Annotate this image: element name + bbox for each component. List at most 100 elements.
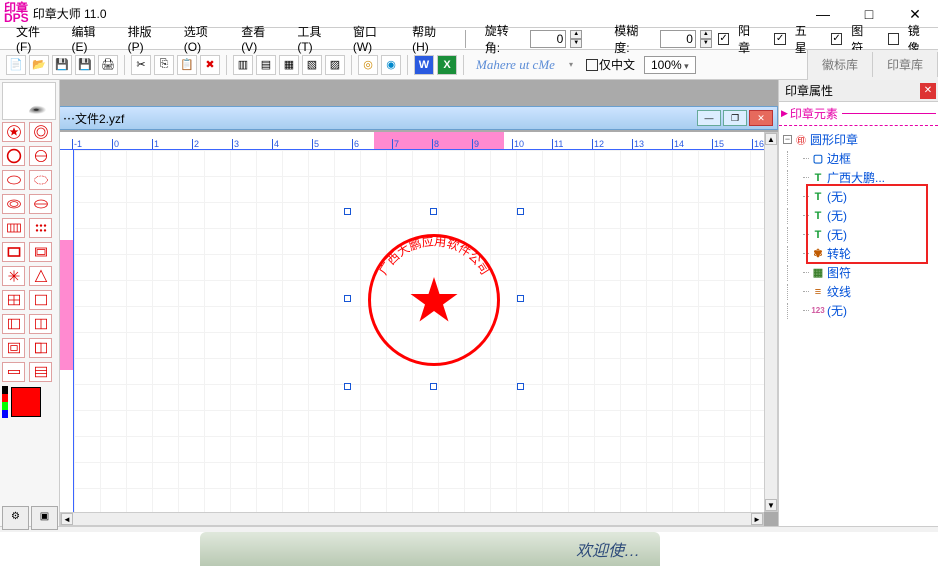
eff2-icon[interactable]: ◉ [381,55,401,75]
tool-rect1-icon[interactable] [2,242,25,262]
tree-item[interactable]: (无) [827,188,847,205]
ruler-horizontal[interactable]: -1012345678910111213141516 [60,132,764,150]
mdi-close-icon[interactable]: ✕ [749,110,773,126]
canvas[interactable]: 广西大鹏应用软件公司 [74,150,764,512]
align1-icon[interactable]: ▥ [233,55,253,75]
panel-title: 印章属性 [785,82,833,99]
menu-file[interactable]: 文件(F) [8,21,62,56]
blur-input[interactable] [660,30,696,48]
cut-icon[interactable]: ✂ [131,55,151,75]
seal-root-icon: ㊞ [794,134,808,146]
tree-item-icon: ✾ [811,248,825,260]
document-titlebar[interactable]: ⋯文件2.yzf — ❐ ✕ [60,106,778,130]
check-onlycn[interactable]: 仅中文 [586,56,635,73]
tree-item-icon: T [811,172,825,184]
scrollbar-horizontal[interactable]: ◄► [60,512,764,526]
align3-icon[interactable]: ▦ [279,55,299,75]
tool-ell3-icon[interactable] [2,194,25,214]
align5-icon[interactable]: ▨ [325,55,345,75]
paste-icon[interactable]: 📋 [177,55,197,75]
zoom-select[interactable]: 100% [644,56,696,74]
rotate-label: 旋转角: [477,20,527,58]
copy-icon[interactable]: ⎘ [154,55,174,75]
save-icon[interactable]: 💾 [52,55,72,75]
tree-collapse-icon[interactable]: − [783,135,792,144]
tree-item[interactable]: (无) [827,302,847,319]
tool-gridb-icon[interactable] [29,362,52,382]
new-icon[interactable]: 📄 [6,55,26,75]
mdi-restore-icon[interactable]: ❐ [723,110,747,126]
menu-edit[interactable]: 编辑(E) [64,21,118,56]
tool-diam-icon[interactable] [2,266,25,286]
word-icon[interactable]: W [414,55,434,75]
tool-grid-icon[interactable] [2,218,25,238]
tool-dots-icon[interactable] [29,218,52,238]
selection-box[interactable]: 广西大鹏应用软件公司 [348,212,520,386]
tab-logolib[interactable]: 徽标库 [808,52,873,77]
tree-item[interactable]: 纹线 [827,283,851,300]
blur-label: 模糊度: [606,20,656,58]
align2-icon[interactable]: ▤ [256,55,276,75]
rotate-spinner[interactable]: ▲▼ [570,30,582,48]
tool-tri-icon[interactable] [29,266,52,286]
tool-barh-icon[interactable] [2,362,25,382]
tool-palette [2,122,57,382]
align4-icon[interactable]: ▧ [302,55,322,75]
panel-close-icon[interactable]: ✕ [920,83,936,99]
font-dd-arrow[interactable]: ▾ [569,60,573,69]
blur-spinner[interactable]: ▲▼ [700,30,712,48]
excel-icon[interactable]: X [437,55,457,75]
tool-star-icon[interactable] [2,122,25,142]
check-yang[interactable]: ✓阳章 [718,20,769,58]
tool-box2-icon[interactable] [29,338,52,358]
menu-layout[interactable]: 排版(P) [120,21,174,56]
tree-item[interactable]: (无) [827,226,847,243]
menu-window[interactable]: 窗口(W) [345,21,402,56]
tool-box1-icon[interactable] [2,338,25,358]
menu-options[interactable]: 选项(O) [176,21,231,56]
tool-circ2-icon[interactable] [29,146,52,166]
tool-line-icon[interactable] [29,290,52,310]
seal-object[interactable]: 广西大鹏应用软件公司 [368,234,500,366]
scrollbar-vertical[interactable]: ▲▼ [764,132,778,512]
tree-item[interactable]: 边框 [827,150,851,167]
element-tree[interactable]: −㊞圆形印章 ▢边框T广西大鹏...T(无)T(无)T(无)✾转轮▦图符≡纹线1… [779,126,938,526]
tree-item[interactable]: (无) [827,207,847,224]
delete-icon[interactable]: ✖ [200,55,220,75]
tree-item-icon: ▢ [811,153,825,165]
tree-item-icon: T [811,229,825,241]
rotate-input[interactable] [530,30,566,48]
tool-rect2-icon[interactable] [29,242,52,262]
tree-item-icon: 123 [811,305,825,317]
tree-item-icon: ≡ [811,286,825,298]
document-title: ⋯文件2.yzf [63,110,124,127]
ruler-vertical[interactable] [60,150,74,512]
status-btn1[interactable]: ⚙ [2,506,29,530]
star-icon [409,275,459,325]
app-title: 印章大师 11.0 [33,5,107,22]
status-btn2[interactable]: ▣ [31,506,58,530]
mdi-min-icon[interactable]: — [697,110,721,126]
tree-item[interactable]: 广西大鹏... [827,169,885,186]
open-icon[interactable]: 📂 [29,55,49,75]
tree-item[interactable]: 转轮 [827,245,851,262]
tool-circ1-icon[interactable] [2,146,25,166]
tool-split1-icon[interactable] [2,314,25,334]
tool-split2-icon[interactable] [29,314,52,334]
print-icon[interactable]: 🖨 [98,55,118,75]
tool-ell2-icon[interactable] [29,170,52,190]
tool-ell4-icon[interactable] [29,194,52,214]
menu-help[interactable]: 帮助(H) [404,21,459,56]
tree-item[interactable]: 图符 [827,264,851,281]
tree-root[interactable]: 圆形印章 [810,131,858,148]
tab-seallib[interactable]: 印章库 [873,52,938,77]
color-picker[interactable] [2,386,57,418]
tool-ring-icon[interactable] [29,122,52,142]
saveas-icon[interactable]: 💾 [75,55,95,75]
eff1-icon[interactable]: ◎ [358,55,378,75]
menu-view[interactable]: 查看(V) [233,21,287,56]
tree-item-icon: T [811,210,825,222]
tool-cross-icon[interactable] [2,290,25,310]
menu-tools[interactable]: 工具(T) [289,21,343,56]
tool-ell1-icon[interactable] [2,170,25,190]
